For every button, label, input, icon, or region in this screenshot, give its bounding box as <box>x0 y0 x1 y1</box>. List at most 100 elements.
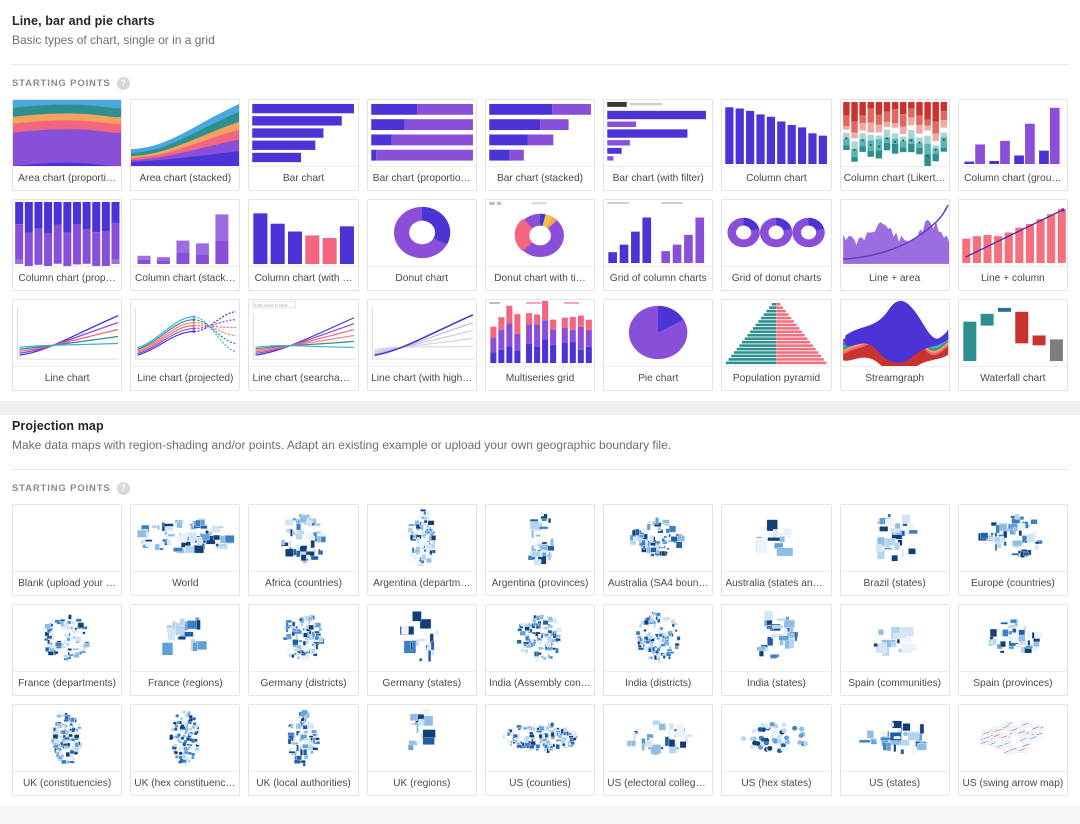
map-brazil-thumbnail <box>840 505 949 572</box>
template-card-label: Bar chart <box>282 173 325 184</box>
template-card[interactable]: Africa (countries) <box>248 504 359 596</box>
template-card[interactable]: Line chart (projected) <box>130 299 241 391</box>
template-card-label: Spain (communities) <box>848 678 942 689</box>
template-card-label: UK (hex constituenci… <box>134 778 238 789</box>
template-card[interactable]: Bar chart (stacked) <box>484 99 596 191</box>
map-australia-sa4-thumbnail <box>604 505 713 572</box>
template-card[interactable]: Europe (countries) <box>957 504 1068 596</box>
template-card-label: Africa (countries) <box>265 578 343 589</box>
template-card-label: UK (constituencies) <box>22 778 112 789</box>
line-thumbnail <box>13 300 122 367</box>
template-card-label: Pie chart <box>638 373 679 384</box>
template-card[interactable]: Grid of donut charts <box>721 199 832 291</box>
map-us-swing-thumbnail <box>958 705 1067 772</box>
template-card[interactable]: Column chart <box>721 99 832 191</box>
template-card-label: Line + area <box>869 273 921 284</box>
map-spain-comm-thumbnail <box>840 605 949 672</box>
template-card[interactable]: US (hex states) <box>721 704 832 796</box>
template-card[interactable]: Argentina (provinces) <box>484 504 596 596</box>
template-card[interactable]: US (states) <box>839 704 950 796</box>
template-card[interactable]: Argentina (departm… <box>366 504 477 596</box>
template-card[interactable]: Column chart (with … <box>248 199 359 291</box>
template-card[interactable]: Line + area <box>839 199 950 291</box>
column-proportional-thumbnail <box>13 200 122 267</box>
map-germany-dist-thumbnail <box>249 605 358 672</box>
template-card[interactable]: Blank (upload your … <box>12 504 123 596</box>
maps-section-title: Projection map <box>12 419 104 433</box>
template-card-label: Europe (countries) <box>970 578 1055 589</box>
help-icon[interactable]: ? <box>116 77 130 90</box>
template-card-label: Column chart (stack… <box>134 273 236 284</box>
template-card[interactable]: Column chart (grou… <box>957 99 1068 191</box>
template-card-label: Streamgraph <box>865 373 925 384</box>
map-germany-states-thumbnail <box>367 605 476 672</box>
template-card[interactable]: World <box>130 504 241 596</box>
map-australia-states-thumbnail <box>722 505 831 572</box>
template-card[interactable]: France (regions) <box>130 604 241 696</box>
template-card[interactable]: Area chart (proporti… <box>12 99 123 191</box>
template-card[interactable]: Bar chart (with filter) <box>603 99 714 191</box>
template-card[interactable]: Streamgraph <box>839 299 950 391</box>
template-card[interactable]: Column chart (prop… <box>12 199 123 291</box>
template-card-label: Brazil (states) <box>863 578 926 589</box>
charts-section-header: Line, bar and pie charts Basic types of … <box>12 10 1068 48</box>
charts-starting-points-row: STARTING POINTS ? <box>12 77 1068 90</box>
template-card-label: France (departments) <box>18 678 117 689</box>
template-card-label: Column chart (grou… <box>964 173 1062 184</box>
template-card[interactable]: Area chart (stacked) <box>130 99 241 191</box>
map-france-dept-thumbnail <box>13 605 122 672</box>
template-card[interactable]: Germany (states) <box>366 604 477 696</box>
template-card[interactable]: Spain (communities) <box>839 604 950 696</box>
template-card[interactable]: Spain (provinces) <box>957 604 1068 696</box>
template-card-label: Column chart (Likert… <box>843 173 946 184</box>
template-card[interactable]: US (counties) <box>484 704 596 796</box>
template-card[interactable]: UK (hex constituenci… <box>130 704 241 796</box>
map-us-states-thumbnail <box>840 705 949 772</box>
template-card[interactable]: Line chart <box>12 299 123 391</box>
template-card[interactable]: US (swing arrow map) <box>957 704 1068 796</box>
template-card[interactable]: Australia (SA4 boun… <box>603 504 714 596</box>
template-card[interactable]: India (states) <box>721 604 832 696</box>
template-card[interactable]: Enter series to show Line chart (searchab… <box>248 299 359 391</box>
template-card-label: Spain (provinces) <box>973 678 1053 689</box>
template-card-label: Area chart (stacked) <box>139 173 232 184</box>
template-card-label: Line chart (searchable) <box>252 373 357 384</box>
template-card[interactable]: India (districts) <box>603 604 714 696</box>
template-card[interactable]: Column chart (stack… <box>130 199 241 291</box>
line-searchable-thumbnail: Enter series to show <box>249 300 358 367</box>
template-card-label: Multiseries grid <box>505 373 575 384</box>
template-card[interactable]: Bar chart <box>248 99 359 191</box>
template-card[interactable]: Pie chart <box>603 299 714 391</box>
template-card[interactable]: US (electoral college… <box>603 704 714 796</box>
template-card[interactable]: Line chart (with high… <box>366 299 477 391</box>
template-card-label: Line chart (with high… <box>371 373 473 384</box>
template-card[interactable]: UK (regions) <box>366 704 477 796</box>
template-card[interactable]: India (Assembly con… <box>484 604 596 696</box>
map-spain-prov-thumbnail <box>958 605 1067 672</box>
template-card[interactable]: UK (local authorities) <box>248 704 359 796</box>
template-card[interactable]: Column chart (Likert… <box>839 99 950 191</box>
template-card[interactable]: Population pyramid <box>721 299 832 391</box>
template-card-label: Blank (upload your … <box>18 578 117 589</box>
template-card-label: Donut chart with ti… <box>494 273 586 284</box>
template-card-label: Line + column <box>981 273 1045 284</box>
template-card[interactable]: Line + column <box>957 199 1068 291</box>
template-card[interactable]: Brazil (states) <box>839 504 950 596</box>
template-card[interactable]: Multiseries grid <box>484 299 596 391</box>
template-card[interactable]: Germany (districts) <box>248 604 359 696</box>
template-card-label: Area chart (proporti… <box>18 173 117 184</box>
template-card[interactable]: Australia (states and… <box>721 504 832 596</box>
template-card[interactable]: France (departments) <box>12 604 123 696</box>
template-card[interactable]: Waterfall chart <box>957 299 1068 391</box>
pyramid-thumbnail <box>722 300 831 367</box>
template-card[interactable]: Grid of column charts <box>603 199 714 291</box>
template-card-label: Column chart (with … <box>254 273 353 284</box>
help-icon[interactable]: ? <box>116 482 130 495</box>
maps-divider <box>12 469 1068 470</box>
template-card[interactable]: Donut chart with ti… <box>484 199 596 291</box>
map-argentina-prov-thumbnail <box>485 505 595 572</box>
template-card[interactable]: Donut chart <box>366 199 477 291</box>
maps-starting-points-row: STARTING POINTS ? <box>12 482 1068 495</box>
template-card[interactable]: Bar chart (proportio… <box>366 99 477 191</box>
template-card[interactable]: UK (constituencies) <box>12 704 123 796</box>
